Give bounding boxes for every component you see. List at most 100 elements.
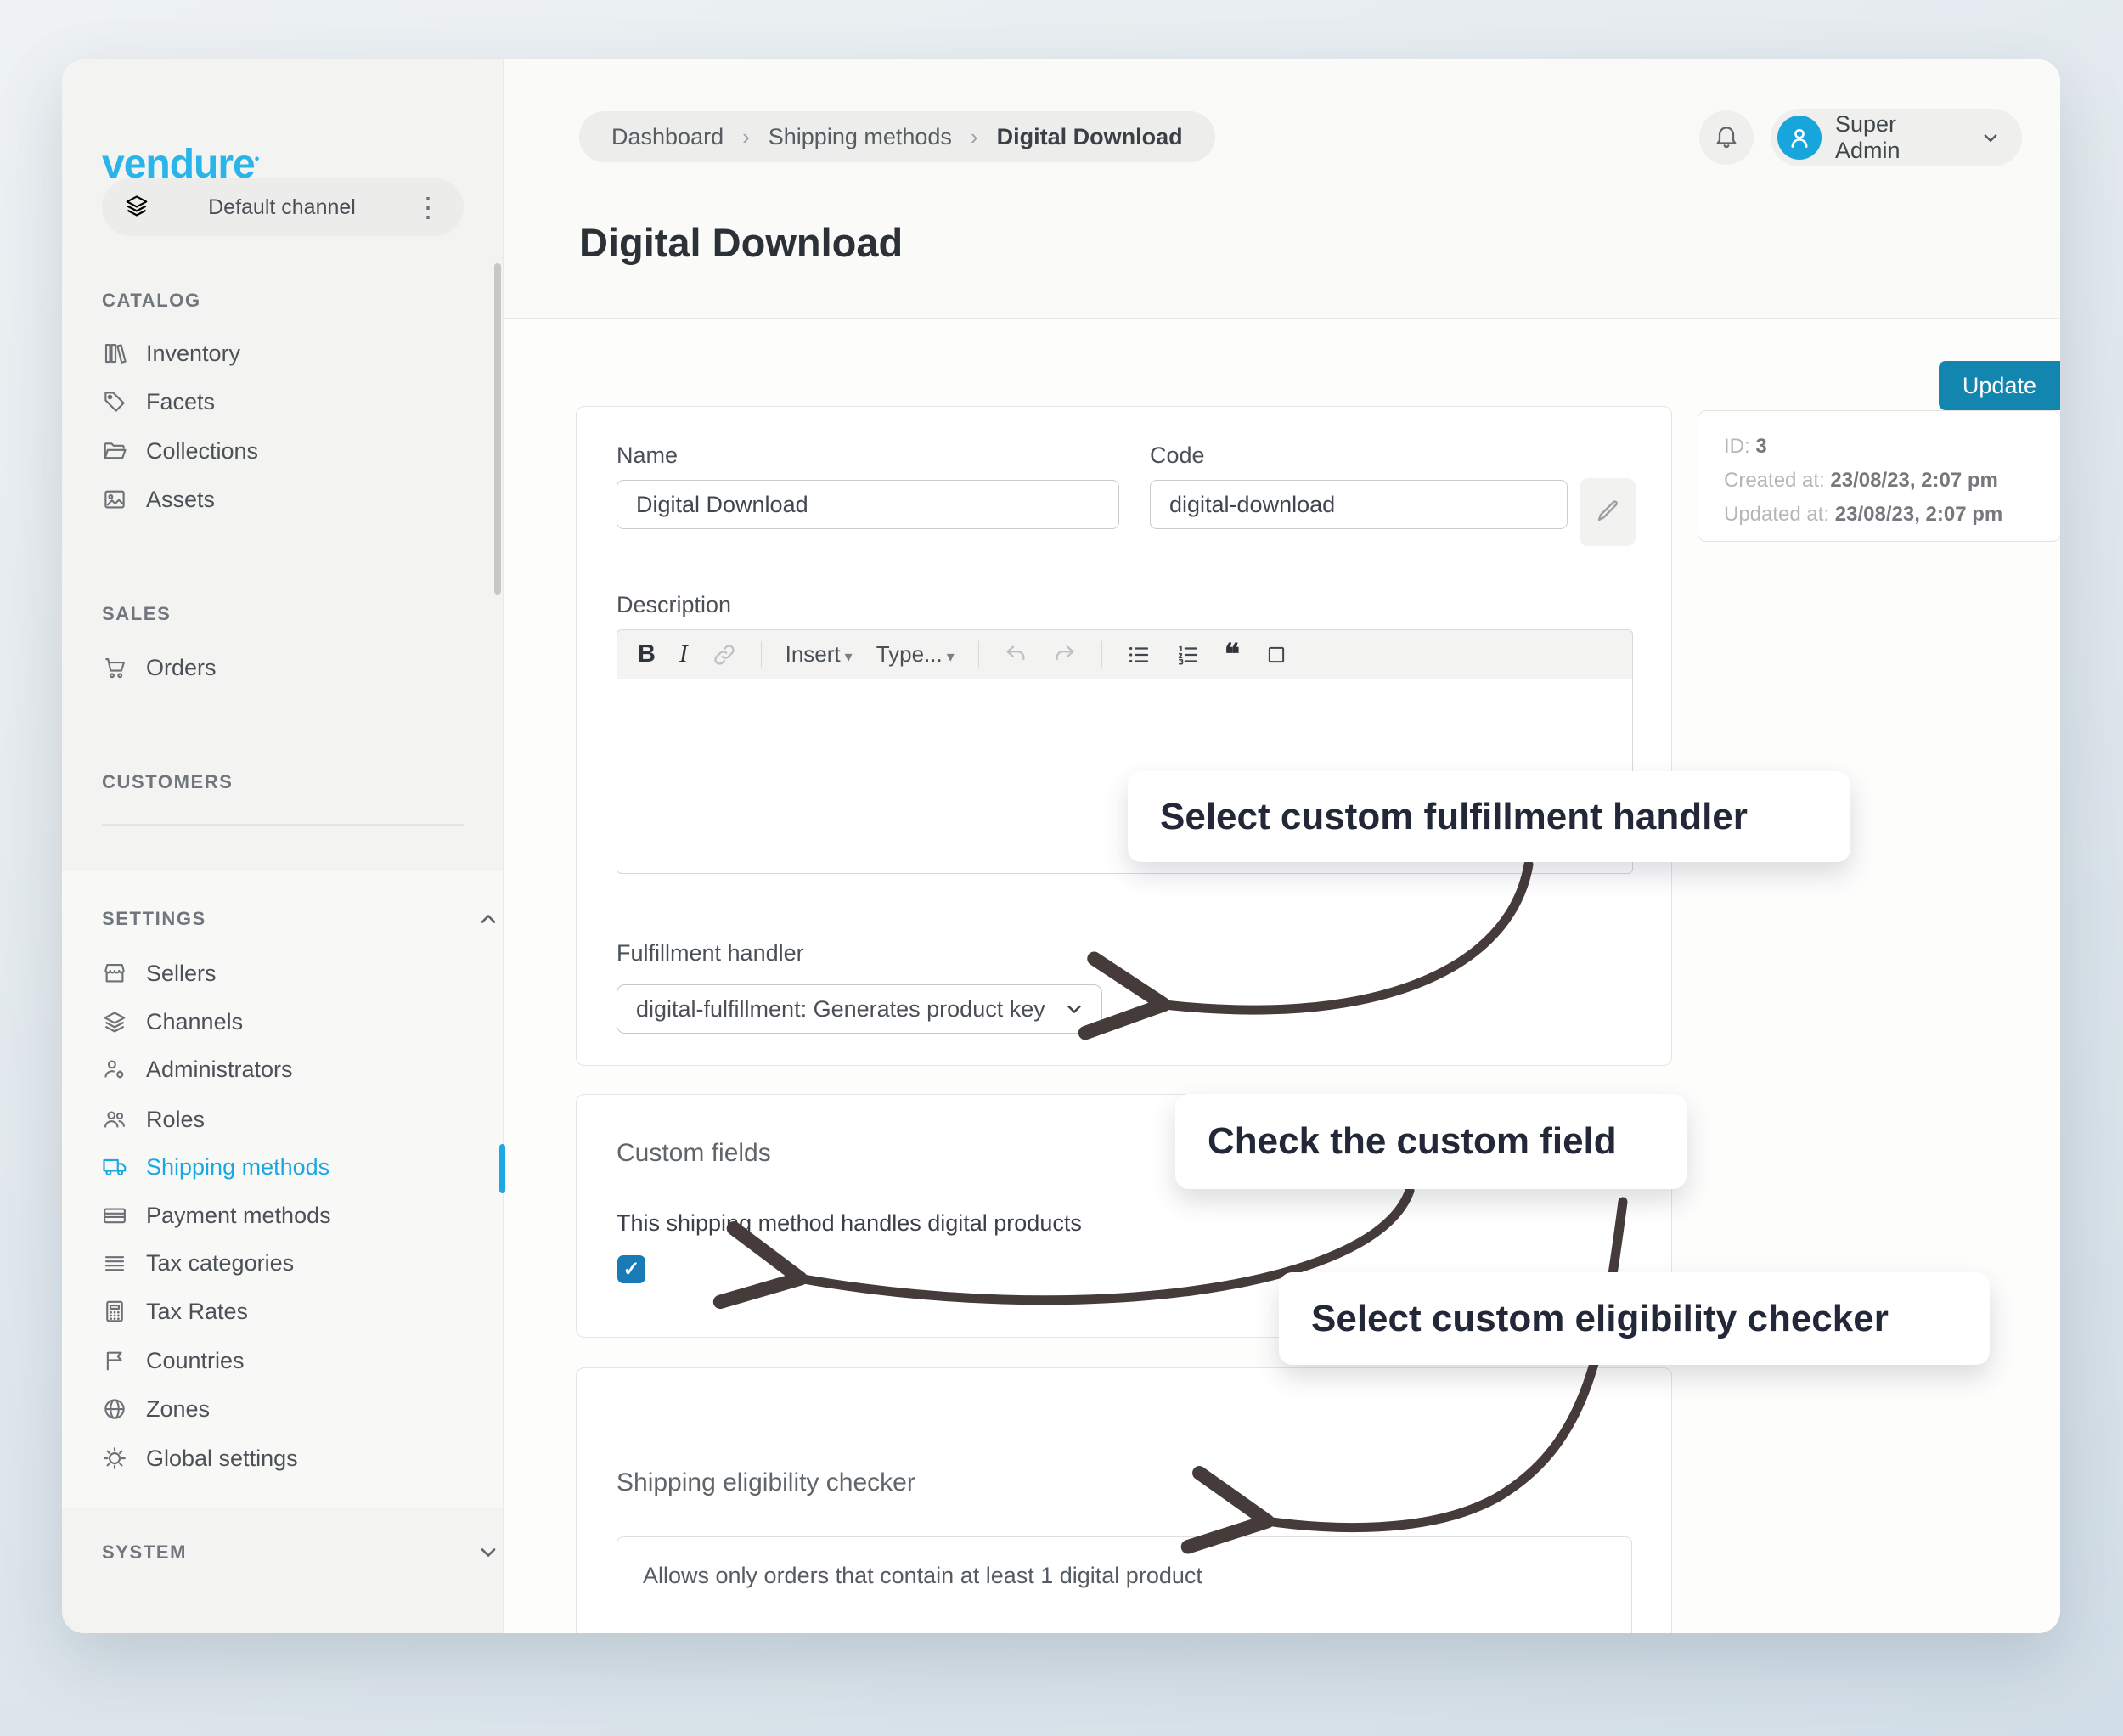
sidebar-item-label: Administrators (146, 1057, 293, 1083)
chevron-up-icon[interactable] (474, 905, 503, 933)
books-icon (102, 341, 127, 366)
active-nav-indicator (499, 1144, 505, 1193)
sidebar-item-label: Sellers (146, 961, 217, 987)
description-label: Description (617, 592, 731, 618)
callout-custom-field: Check the custom field (1175, 1094, 1687, 1189)
sidebar: vendure• Default channel CATALOG Invento… (62, 59, 504, 1633)
layers-icon (124, 193, 149, 223)
page-title: Digital Download (579, 219, 903, 266)
sidebar-divider (102, 824, 464, 826)
sidebar-item-label: Channels (146, 1009, 243, 1035)
sidebar-item-label: Countries (146, 1348, 245, 1374)
sidebar-item-tax-categories[interactable]: Tax categories (102, 1239, 476, 1287)
redo-button[interactable] (1052, 642, 1078, 668)
sidebar-item-facets[interactable]: Facets (102, 378, 476, 426)
toolbar-divider (761, 641, 762, 668)
created-label: Created at: (1724, 469, 1825, 492)
fulfillment-handler-select[interactable]: digital-fulfillment: Generates product k… (617, 984, 1102, 1034)
sidebar-item-label: Collections (146, 438, 258, 465)
credit-card-icon (102, 1203, 127, 1228)
created-value: 23/08/23, 2:07 pm (1830, 469, 1997, 492)
sidebar-item-label: Zones (146, 1396, 210, 1423)
sidebar-item-payment-methods[interactable]: Payment methods (102, 1192, 476, 1239)
sidebar-item-label: Tax Rates (146, 1299, 248, 1325)
toolbar-divider (1101, 641, 1102, 668)
breadcrumb-shipping-methods[interactable]: Shipping methods (769, 124, 952, 150)
section-title-catalog: CATALOG (102, 290, 464, 312)
sidebar-item-label: Payment methods (146, 1203, 331, 1229)
undo-button[interactable] (1003, 642, 1028, 668)
detail-card: Name Code Description B I Insert Type... (576, 406, 1672, 1066)
content-area: Update Name Code Description B I Insert … (504, 319, 2060, 1633)
name-input[interactable] (617, 480, 1119, 529)
sidebar-item-label: Tax categories (146, 1250, 294, 1277)
folder-icon (102, 438, 127, 464)
breadcrumb-dashboard[interactable]: Dashboard (611, 124, 724, 150)
sidebar-item-administrators[interactable]: Administrators (102, 1046, 476, 1093)
insert-menu[interactable]: Insert (786, 641, 853, 668)
meta-created-row: Created at: 23/08/23, 2:07 pm (1724, 464, 2035, 498)
sidebar-item-channels[interactable]: Channels (102, 998, 476, 1046)
sidebar-item-label: Orders (146, 655, 217, 681)
sidebar-item-shipping-methods[interactable]: Shipping methods (102, 1143, 476, 1191)
name-label: Name (617, 442, 678, 469)
section-title-sales: SALES (102, 603, 464, 625)
gear-icon (102, 1446, 127, 1471)
sidebar-item-roles[interactable]: Roles (102, 1096, 476, 1143)
digital-products-checkbox-label: This shipping method handles digital pro… (617, 1210, 1082, 1237)
type-menu[interactable]: Type... (876, 641, 955, 668)
user-menu[interactable]: Super Admin (1771, 109, 2022, 166)
sidebar-item-assets[interactable]: Assets (102, 476, 476, 523)
sidebar-scrollbar[interactable] (494, 263, 501, 595)
sidebar-item-label: Shipping methods (146, 1154, 329, 1181)
italic-button[interactable]: I (679, 640, 688, 668)
eligibility-title: Shipping eligibility checker (617, 1468, 915, 1497)
sidebar-item-sellers[interactable]: Sellers (102, 950, 476, 997)
bullet-list-button[interactable] (1126, 642, 1152, 668)
link-button[interactable] (712, 642, 737, 668)
breadcrumb-current: Digital Download (997, 124, 1183, 150)
sidebar-item-collections[interactable]: Collections (102, 427, 476, 475)
breadcrumb-separator: › (971, 124, 978, 150)
sidebar-item-label: Inventory (146, 341, 240, 367)
kebab-menu-icon[interactable] (414, 194, 442, 221)
sidebar-item-label: Global settings (146, 1446, 298, 1472)
sidebar-item-inventory[interactable]: Inventory (102, 330, 476, 377)
edit-code-button[interactable] (1580, 478, 1636, 546)
block-button[interactable] (1264, 642, 1289, 668)
blockquote-button[interactable]: ❝ (1225, 640, 1240, 669)
sidebar-item-tax-rates[interactable]: Tax Rates (102, 1288, 476, 1335)
chevron-down-icon (1062, 997, 1086, 1021)
ordered-list-button[interactable] (1175, 642, 1201, 668)
meta-updated-row: Updated at: 23/08/23, 2:07 pm (1724, 498, 2035, 532)
chevron-down-icon[interactable] (474, 1538, 503, 1567)
code-input[interactable] (1150, 480, 1568, 529)
section-title-settings: SETTINGS (102, 908, 464, 930)
channel-switcher[interactable]: Default channel (102, 178, 464, 236)
updated-value: 23/08/23, 2:07 pm (1835, 503, 2002, 526)
sidebar-item-orders[interactable]: Orders (102, 644, 476, 691)
entity-meta-panel: ID: 3 Created at: 23/08/23, 2:07 pm Upda… (1698, 410, 2060, 542)
update-button[interactable]: Update (1939, 361, 2060, 410)
bell-icon (1713, 122, 1740, 154)
id-value: 3 (1755, 435, 1766, 458)
notifications-button[interactable] (1699, 110, 1754, 165)
section-title-system: SYSTEM (102, 1542, 464, 1564)
sidebar-item-label: Assets (146, 487, 215, 513)
sidebar-item-global-settings[interactable]: Global settings (102, 1434, 476, 1482)
sidebar-item-zones[interactable]: Zones (102, 1385, 476, 1433)
app-window: vendure• Default channel CATALOG Invento… (62, 59, 2060, 1633)
callout-eligibility: Select custom eligibility checker (1279, 1272, 1990, 1365)
meta-id-row: ID: 3 (1724, 430, 2035, 464)
eligibility-checker-value: Allows only orders that contain at least… (617, 1537, 1631, 1615)
list-icon (102, 1250, 127, 1276)
digital-products-checkbox[interactable] (617, 1255, 645, 1283)
bold-button[interactable]: B (638, 640, 656, 668)
breadcrumb: Dashboard › Shipping methods › Digital D… (579, 111, 1215, 162)
code-label: Code (1150, 442, 1205, 469)
sidebar-item-countries[interactable]: Countries (102, 1337, 476, 1384)
editor-toolbar: B I Insert Type... ❝ (617, 630, 1632, 679)
store-icon (102, 961, 127, 986)
layers-icon (102, 1009, 127, 1034)
image-icon (102, 487, 127, 512)
